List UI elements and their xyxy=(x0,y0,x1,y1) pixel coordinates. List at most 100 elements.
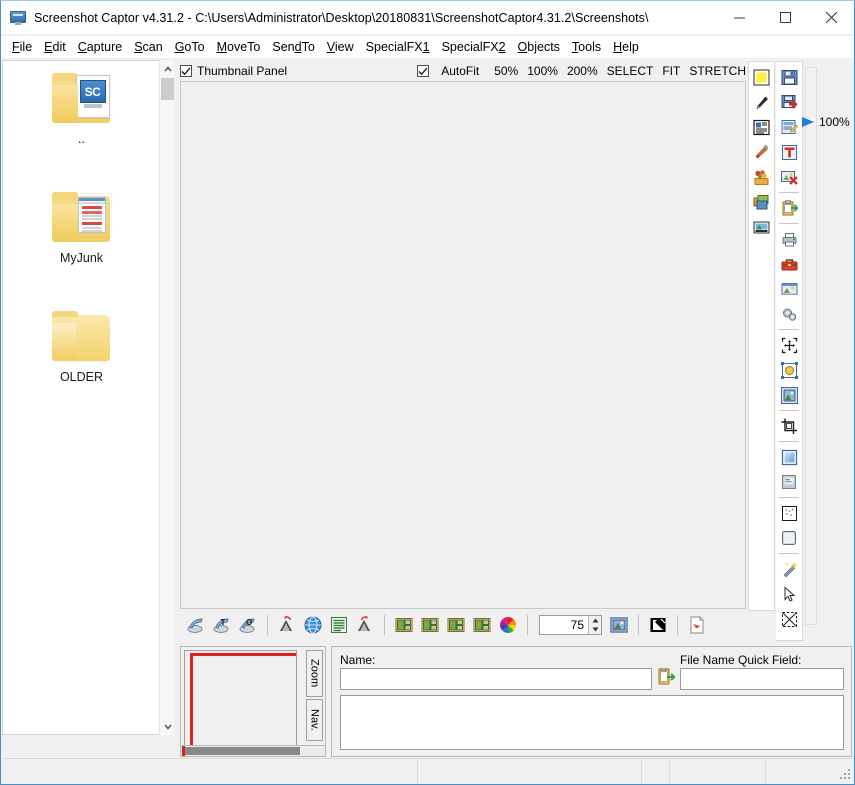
thumbnail-panel-header: Thumbnail Panel AutoFit 50% 100% 200% SE… xyxy=(180,62,746,80)
menu-specialfx2[interactable]: SpecialFX2 xyxy=(436,38,512,56)
menu-tools[interactable]: Tools xyxy=(566,38,607,56)
image-preview-icon[interactable] xyxy=(607,613,631,637)
delete-image-icon[interactable] xyxy=(778,165,800,190)
eyedropper-icon[interactable] xyxy=(751,90,773,115)
menu-goto[interactable]: GoTo xyxy=(169,38,211,56)
rotate-left-icon[interactable] xyxy=(275,613,299,637)
thumbnail-medium-icon[interactable] xyxy=(418,613,442,637)
magic-wand-icon[interactable] xyxy=(778,557,800,582)
menu-file[interactable]: File xyxy=(6,38,38,56)
open-folder-icon[interactable] xyxy=(658,667,677,688)
zoom-fit-button[interactable]: FIT xyxy=(662,64,680,78)
spinner-up-icon[interactable] xyxy=(588,616,601,625)
paintbrush-icon[interactable] xyxy=(751,140,773,165)
zoom-preview-hscroll-thumb[interactable] xyxy=(182,747,300,755)
spinner-down-icon[interactable] xyxy=(588,625,601,634)
minimize-button[interactable] xyxy=(716,1,762,34)
thumbnail-small-icon[interactable] xyxy=(392,613,416,637)
menu-view[interactable]: View xyxy=(321,38,360,56)
layers-icon[interactable] xyxy=(751,190,773,215)
scrollbar-thumb[interactable] xyxy=(161,78,174,100)
crop-icon[interactable] xyxy=(778,414,800,439)
zoom-200-button[interactable]: 200% xyxy=(567,64,598,78)
rotate-right-icon[interactable] xyxy=(353,613,377,637)
zoom-100-button[interactable]: 100% xyxy=(527,64,558,78)
name-input[interactable] xyxy=(340,668,652,690)
maximize-button[interactable] xyxy=(762,1,808,34)
cursor-arrow-icon[interactable] xyxy=(778,582,800,607)
toolbar-separator xyxy=(779,223,799,224)
stamp-flower-icon[interactable] xyxy=(751,165,773,190)
scan-image-icon[interactable] xyxy=(184,613,208,637)
text-note-icon[interactable] xyxy=(751,115,773,140)
image-preview-area[interactable] xyxy=(180,81,746,609)
zoom-stretch-button[interactable]: STRETCH xyxy=(689,64,746,78)
menu-sendto[interactable]: SendTo xyxy=(266,38,320,56)
slideshow-icon[interactable] xyxy=(778,277,800,302)
save-as-new-icon[interactable] xyxy=(778,90,800,115)
menu-objects[interactable]: Objects xyxy=(512,38,566,56)
filename-quickfield-input[interactable] xyxy=(680,668,844,690)
folder-item-older[interactable]: OLDER xyxy=(3,305,159,384)
save-icon[interactable] xyxy=(778,65,800,90)
dotted-border-icon[interactable] xyxy=(778,501,800,526)
menu-help[interactable]: Help xyxy=(607,38,645,56)
tab-zoom[interactable]: Zoom xyxy=(306,650,323,697)
autofit-checkbox[interactable] xyxy=(417,65,430,77)
svg-text:T: T xyxy=(221,618,226,627)
print-icon[interactable] xyxy=(778,227,800,252)
transform-object-icon[interactable] xyxy=(778,358,800,383)
thumbnail-xlarge-icon[interactable] xyxy=(470,613,494,637)
jpeg-quality-value[interactable]: 75 xyxy=(540,618,588,632)
frame-image-icon[interactable] xyxy=(778,383,800,408)
highlight-yellow-icon[interactable] xyxy=(751,65,773,90)
zoom-select-button[interactable]: SELECT xyxy=(607,64,654,78)
scan-ocr-icon[interactable]: O xyxy=(236,613,260,637)
folder-item-parent[interactable]: SC .. xyxy=(3,67,159,146)
folder-item-myjunk[interactable]: MyJunk xyxy=(3,186,159,265)
status-bar xyxy=(2,758,854,784)
zoom-slider-marker[interactable] xyxy=(802,117,814,127)
image-bottom-toolbar: T O 75 xyxy=(180,611,746,639)
file-browser-scrollbar[interactable] xyxy=(159,60,174,735)
zoom-preview-hscrollbar[interactable] xyxy=(180,745,326,757)
zoom-level-slider[interactable] xyxy=(805,67,817,625)
toolbar-separator xyxy=(638,615,639,635)
transparency-icon[interactable] xyxy=(778,607,800,632)
rounded-rect-icon[interactable] xyxy=(778,526,800,551)
menu-edit[interactable]: Edit xyxy=(38,38,72,56)
gradient-fill-icon[interactable] xyxy=(778,445,800,470)
menu-specialfx1[interactable]: SpecialFX1 xyxy=(360,38,436,56)
menu-scan[interactable]: Scan xyxy=(128,38,169,56)
thumbnail-panel-checkbox[interactable] xyxy=(180,65,192,77)
notes-textarea[interactable] xyxy=(340,695,844,750)
text-tool-icon[interactable] xyxy=(778,140,800,165)
scroll-down-arrow[interactable] xyxy=(160,718,175,735)
spinner-buttons[interactable] xyxy=(588,616,601,634)
menu-capture[interactable]: Capture xyxy=(72,38,128,56)
scan-text-icon[interactable]: T xyxy=(210,613,234,637)
image-insert-icon[interactable] xyxy=(751,215,773,240)
globe-web-icon[interactable] xyxy=(301,613,325,637)
scroll-up-arrow[interactable] xyxy=(160,60,175,77)
toolbox-icon[interactable] xyxy=(778,252,800,277)
resize-grip-icon[interactable] xyxy=(840,769,852,781)
invert-colors-icon[interactable] xyxy=(646,613,670,637)
menu-moveto[interactable]: MoveTo xyxy=(211,38,267,56)
settings-gears-icon[interactable] xyxy=(778,302,800,327)
list-lines-icon[interactable] xyxy=(327,613,351,637)
jpeg-quality-spinner[interactable]: 75 xyxy=(539,615,602,635)
shadow-effect-icon[interactable] xyxy=(778,470,800,495)
select-region-icon[interactable] xyxy=(778,333,800,358)
edit-image-icon[interactable] xyxy=(778,115,800,140)
thumbnail-large-icon[interactable] xyxy=(444,613,468,637)
file-browser-panel[interactable]: SC .. MyJunk OLDER xyxy=(2,60,159,735)
close-button[interactable] xyxy=(808,1,854,34)
zoom-preview-area[interactable] xyxy=(184,650,297,753)
zoom-preview-hscroll-marker xyxy=(182,746,185,756)
zoom-50-button[interactable]: 50% xyxy=(494,64,518,78)
export-clipboard-icon[interactable] xyxy=(778,196,800,221)
color-wheel-icon[interactable] xyxy=(496,613,520,637)
pdf-export-icon[interactable] xyxy=(685,613,709,637)
tab-nav[interactable]: Nav. xyxy=(306,699,323,741)
